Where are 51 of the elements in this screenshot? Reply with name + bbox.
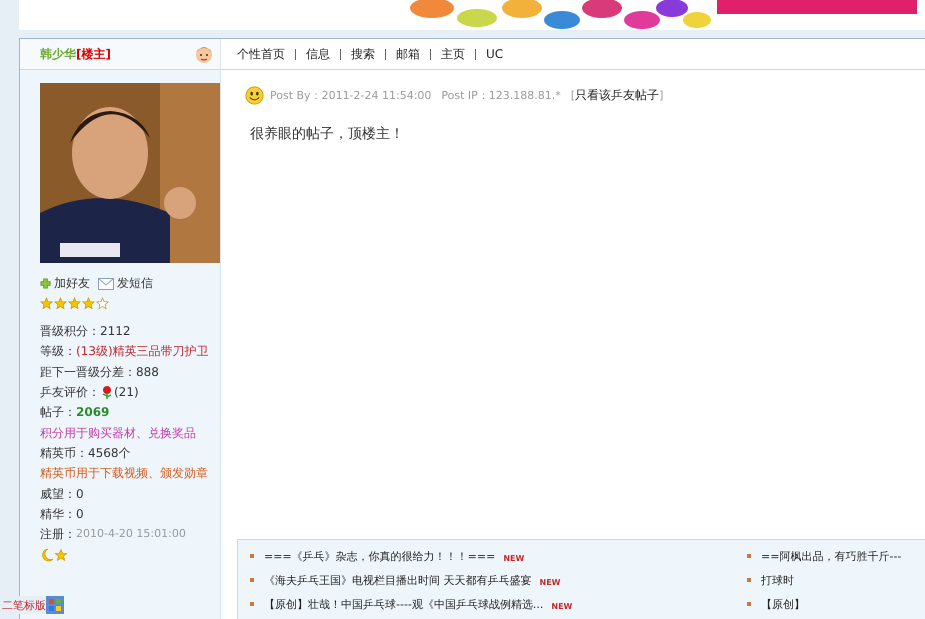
stat-label: 晋级积分： xyxy=(40,323,100,340)
thread-link[interactable]: ==阿枫出品，有巧胜千斤--- xyxy=(761,548,902,564)
thread-link[interactable]: 《海夫乒乓王国》电视栏目播出时间 天天都有乒乓盛宴 xyxy=(264,572,532,588)
nav-link[interactable]: 信息 xyxy=(295,48,330,60)
moon-star-icon xyxy=(40,548,68,562)
new-label: NEW xyxy=(551,602,572,611)
stat-value: 4568个 xyxy=(88,444,131,462)
stat-value: 0 xyxy=(76,506,84,523)
thread-link[interactable]: 【原创】壮哉！中国乒乓球----观《中国乒乓球战例精选... xyxy=(264,596,544,612)
thread-link[interactable]: 打球时 xyxy=(761,572,794,588)
nav-link[interactable]: 邮箱 xyxy=(385,48,420,60)
stat-label: 注册： xyxy=(40,526,76,544)
post-author-time: Post By：2011-2-24 11:54:00 xyxy=(270,88,432,103)
stat-label: 威望： xyxy=(40,486,76,503)
nav-link[interactable]: 个性首页 xyxy=(237,46,285,62)
stat-label: 帖子： xyxy=(40,404,76,422)
stat-value: (21) xyxy=(114,384,139,402)
cartoon-face-icon xyxy=(194,44,214,64)
thread-link[interactable]: ===《乒乓》杂志，你真的很给力！！！=== xyxy=(264,548,496,564)
thread-link[interactable]: 【原创】 xyxy=(761,596,805,612)
stat-note: 精英币用于下载视频、颁发勋章 xyxy=(40,465,208,482)
stat-value: 0 xyxy=(76,486,84,503)
stat-label: 乒友评价： xyxy=(40,384,100,402)
filter-posts-link[interactable]: 只看该乒友帖子 xyxy=(575,87,660,104)
envelope-icon xyxy=(98,278,114,290)
nav-link[interactable]: UC xyxy=(475,48,504,60)
plus-icon xyxy=(40,278,51,289)
stat-value: 2010-4-20 15:01:00 xyxy=(76,526,186,542)
post-ip: Post IP：123.188.81.* xyxy=(441,88,561,103)
bracket: ] xyxy=(659,89,664,102)
stat-value: (13级)精英三品带刀护卫 xyxy=(76,343,209,360)
new-label: NEW xyxy=(540,578,560,587)
stat-value: 2112 xyxy=(100,323,131,340)
nav-link[interactable]: 搜索 xyxy=(340,48,375,60)
user-name[interactable]: 韩少华[楼主] xyxy=(40,46,111,62)
stat-label: 距下一晋级分差： xyxy=(40,364,136,381)
stat-value: 2069 xyxy=(76,404,110,422)
smiley-icon xyxy=(245,86,264,105)
rose-icon xyxy=(100,385,114,400)
stat-label: 等级： xyxy=(40,343,76,360)
nav-link[interactable]: 主页 xyxy=(430,48,465,60)
bracket: [ xyxy=(570,89,576,102)
action-link[interactable]: 发短信 xyxy=(98,275,153,292)
stat-label: 精英币： xyxy=(40,444,88,462)
windows-logo-icon xyxy=(46,596,64,614)
post-body: 很养眼的帖子，顶楼主！ xyxy=(249,125,405,144)
action-link[interactable]: 加好友 xyxy=(40,275,90,292)
stat-value: 888 xyxy=(136,364,159,381)
stat-label: 精华： xyxy=(40,506,76,523)
new-label: NEW xyxy=(503,554,524,563)
stat-note: 积分用于购买器材、兑换奖品 xyxy=(40,424,196,442)
